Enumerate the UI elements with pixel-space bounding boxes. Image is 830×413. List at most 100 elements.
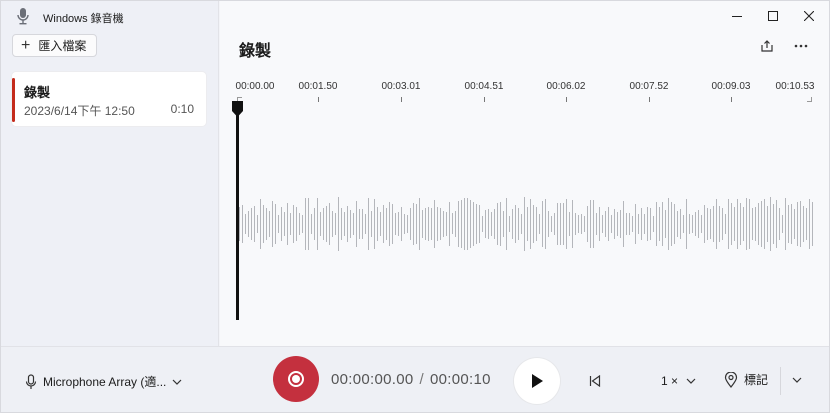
record-icon <box>288 371 304 387</box>
waveform-bar <box>794 208 795 240</box>
waveform-bar <box>305 198 306 250</box>
recording-list-item[interactable]: 錄製 2023/6/14下午 12:50 0:10 <box>11 71 207 127</box>
waveform-bar <box>446 211 447 237</box>
waveform-bar <box>422 209 423 239</box>
waveform-bar <box>263 204 264 244</box>
waveform-bar <box>659 207 660 241</box>
waveform-bar <box>296 206 297 242</box>
waveform-bar <box>698 210 699 238</box>
waveform-bar <box>743 207 744 241</box>
more-options-button[interactable] <box>791 37 811 55</box>
waveform-bar <box>551 215 552 233</box>
waveform-bar <box>710 208 711 240</box>
waveform-bar <box>749 199 750 249</box>
waveform-bar <box>650 208 651 240</box>
share-button[interactable] <box>757 37 777 55</box>
waveform-bar <box>449 201 450 247</box>
waveform-bar <box>782 214 783 234</box>
waveform-bar <box>701 215 702 233</box>
waveform-bar <box>737 198 738 250</box>
total-time: 00:00:10 <box>430 371 491 388</box>
waveform-bar <box>584 215 585 233</box>
waveform-bar <box>785 197 786 251</box>
tick-label: 00:03.01 <box>381 81 421 92</box>
waveform-bar <box>683 214 684 234</box>
waveform-bar <box>614 209 615 239</box>
tick-label: 00:01.50 <box>298 81 338 92</box>
timeline-ruler[interactable]: 00:00.00 00:01.50 00:03.01 00:04.51 00:0… <box>235 81 815 102</box>
waveform-bar <box>509 215 510 233</box>
waveform-bar <box>572 200 573 248</box>
waveform-bar <box>599 206 600 242</box>
playhead-handle[interactable] <box>232 101 243 117</box>
waveform-bar <box>797 201 798 247</box>
microphone-icon <box>25 373 37 389</box>
microphone-label: Microphone Array (適... <box>43 375 167 389</box>
waveform-bar <box>383 204 384 244</box>
waveform-bar <box>575 212 576 236</box>
waveform-bar <box>704 204 705 244</box>
waveform-bar <box>497 202 498 246</box>
tick-mark <box>731 97 732 102</box>
skip-back-button[interactable] <box>585 371 605 391</box>
playback-speed-selector[interactable]: 1 × <box>661 374 696 388</box>
waveform-bar <box>770 197 771 251</box>
tick-label: 00:10.53 <box>775 81 815 92</box>
waveform[interactable] <box>239 196 814 252</box>
share-icon <box>761 40 773 52</box>
waveform-bar <box>629 212 630 236</box>
waveform-bar <box>314 207 315 241</box>
waveform-bar <box>368 198 369 250</box>
waveform-bar <box>560 202 561 246</box>
waveform-bar <box>473 201 474 247</box>
waveform-bar <box>590 200 591 248</box>
playhead-line[interactable] <box>236 107 239 320</box>
waveform-bar <box>734 206 735 242</box>
waveform-bar <box>524 197 525 251</box>
waveform-bar <box>344 211 345 237</box>
tick-mark <box>649 97 650 102</box>
waveform-bar <box>515 204 516 244</box>
main-pane: 錄製 00:00.00 00:01.50 00:03.01 00:04.51 0… <box>220 1 829 346</box>
play-icon <box>532 374 543 388</box>
waveform-bar <box>674 203 675 245</box>
sidebar: Windows 錄音機 + 匯入檔案 錄製 2023/6/14下午 12:50 … <box>1 1 219 346</box>
microphone-selector[interactable]: Microphone Array (適... <box>25 373 182 390</box>
waveform-bar <box>707 207 708 241</box>
waveform-bar <box>479 205 480 243</box>
maximize-button[interactable] <box>756 5 790 27</box>
add-marker-button[interactable]: 標記 <box>724 371 768 388</box>
waveform-bar <box>593 199 594 248</box>
minimize-icon <box>732 16 742 17</box>
waveform-bar <box>665 209 666 239</box>
play-button[interactable] <box>514 358 560 404</box>
waveform-bar <box>563 203 564 245</box>
waveform-bar <box>401 207 402 241</box>
waveform-bar <box>491 211 492 237</box>
waveform-bar <box>506 197 507 251</box>
waveform-bar <box>404 214 405 234</box>
waveform-bar <box>443 210 444 237</box>
maximize-icon <box>768 11 778 21</box>
waveform-bar <box>428 206 429 242</box>
import-file-button[interactable]: + 匯入檔案 <box>12 34 97 57</box>
waveform-bar <box>272 201 273 247</box>
close-button[interactable] <box>792 5 826 27</box>
waveform-bar <box>257 214 258 234</box>
tick-label: 00:09.03 <box>711 81 751 92</box>
minimize-button[interactable] <box>720 5 754 27</box>
app-title: Windows 錄音機 <box>43 13 124 25</box>
waveform-bar <box>767 205 768 243</box>
tick-mark <box>318 97 319 102</box>
record-button[interactable] <box>273 356 319 402</box>
expand-markers-button[interactable] <box>789 372 805 388</box>
waveform-bar <box>728 198 729 250</box>
recording-name: 錄製 <box>24 85 51 100</box>
mark-label: 標記 <box>744 373 769 387</box>
waveform-bar <box>686 199 687 249</box>
waveform-bar <box>713 205 714 243</box>
waveform-bar <box>617 211 618 237</box>
waveform-bar <box>776 200 777 248</box>
waveform-bar <box>452 213 453 235</box>
waveform-bar <box>299 212 300 236</box>
